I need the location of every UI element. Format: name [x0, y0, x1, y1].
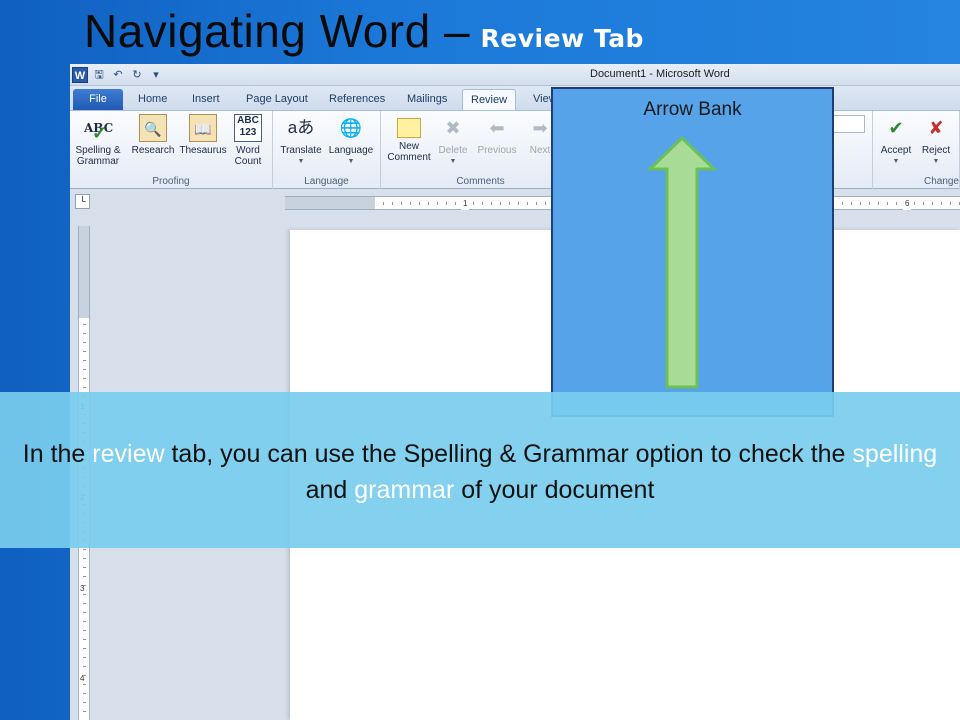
- thesaurus-label: Thesaurus: [179, 145, 227, 156]
- chevron-down-icon: ▼: [297, 158, 305, 165]
- caption-part: of your document: [454, 476, 655, 504]
- undo-icon[interactable]: ↶: [110, 67, 126, 83]
- thesaurus-button[interactable]: 📖 Thesaurus: [178, 114, 228, 156]
- caption-text: In the review tab, you can use the Spell…: [20, 436, 940, 508]
- tab-selector-icon[interactable]: └: [75, 194, 90, 209]
- new-comment-label-2: Comment: [387, 152, 431, 163]
- translate-icon: aあ: [287, 118, 315, 137]
- tab-file[interactable]: File: [73, 89, 123, 110]
- translate-label: Translate: [280, 145, 322, 156]
- ruler-margin: [285, 197, 375, 209]
- tab-home[interactable]: Home: [130, 89, 175, 110]
- word-count-label-2: Count: [234, 156, 262, 167]
- slide-title: Navigating Word – Review Tab: [84, 4, 644, 66]
- language-button[interactable]: 🌐 Language ▼: [326, 114, 376, 167]
- new-comment-icon: [397, 118, 421, 138]
- accept-icon: ✔: [888, 118, 904, 138]
- tab-insert[interactable]: Insert: [184, 89, 228, 110]
- caption-highlight-grammar: grammar: [354, 476, 455, 504]
- word-logo-icon[interactable]: W: [72, 67, 88, 83]
- accept-label: Accept: [880, 145, 912, 156]
- previous-comment-icon: ⬅: [489, 118, 505, 138]
- spelling-label-2: Grammar: [76, 156, 120, 167]
- tab-page-layout[interactable]: Page Layout: [238, 89, 316, 110]
- chevron-down-icon: ▼: [892, 158, 900, 165]
- research-label: Research: [131, 145, 175, 156]
- delete-comment-button[interactable]: ✖ Delete ▼: [432, 114, 474, 167]
- translate-button[interactable]: aあ Translate ▼: [276, 114, 326, 167]
- spelling-icon: ABC ✓: [84, 121, 114, 144]
- chevron-down-icon: ▼: [449, 158, 457, 165]
- word-count-label-1: Word: [236, 145, 260, 156]
- customize-icon[interactable]: ▾: [148, 67, 164, 83]
- accept-button[interactable]: ✔ Accept ▼: [875, 114, 917, 167]
- research-button[interactable]: 🔍 Research: [128, 114, 178, 156]
- reject-icon: ✘: [928, 118, 944, 138]
- ruler-number: 1: [461, 197, 470, 210]
- previous-label: Previous: [477, 145, 517, 156]
- window-title: Document1 - Microsoft Word: [590, 68, 730, 80]
- caption-band: In the review tab, you can use the Spell…: [0, 392, 960, 548]
- reject-label: Reject: [921, 145, 951, 156]
- research-icon: 🔍: [139, 114, 167, 142]
- group-label-proofing: Proofing: [152, 176, 190, 187]
- up-arrow-icon[interactable]: [647, 135, 717, 391]
- redo-icon[interactable]: ↻: [129, 67, 145, 83]
- tab-review[interactable]: Review: [462, 89, 517, 110]
- delete-comment-icon: ✖: [445, 118, 461, 138]
- slide-title-subtitle: Review Tab: [480, 24, 644, 53]
- group-proofing: ABC ✓ Spelling & Grammar 🔍 Research 📖 The…: [70, 111, 273, 189]
- slide-title-main: Navigating Word –: [84, 5, 471, 57]
- ruler-margin: [79, 226, 89, 318]
- quick-access-toolbar: W 🖫 ↶ ↻ ▾: [72, 66, 164, 84]
- caption-highlight-spelling: spelling: [852, 440, 938, 468]
- previous-comment-button[interactable]: ⬅ Previous: [472, 114, 522, 156]
- language-label: Language: [328, 145, 374, 156]
- group-language: aあ Translate ▼ 🌐 Language ▼ Language: [273, 111, 381, 189]
- word-count-button[interactable]: ABC 123 Word Count: [224, 114, 272, 167]
- next-label: Next: [529, 145, 551, 156]
- new-comment-button[interactable]: New Comment: [384, 114, 434, 163]
- language-icon: 🌐: [339, 118, 363, 138]
- word-titlebar: W 🖫 ↶ ↻ ▾ Document1 - Microsoft Word: [70, 64, 960, 86]
- save-icon[interactable]: 🖫: [91, 67, 107, 83]
- arrow-bank-label: Arrow Bank: [643, 99, 742, 120]
- tab-references[interactable]: References: [321, 89, 393, 110]
- arrow-bank: Arrow Bank: [551, 87, 834, 417]
- ruler-number: 4: [80, 674, 85, 683]
- next-comment-icon: ➡: [532, 118, 548, 138]
- group-label-language: Language: [304, 176, 349, 187]
- thesaurus-icon: 📖: [189, 114, 217, 142]
- caption-part: and: [305, 476, 355, 504]
- reject-button[interactable]: ✘ Reject ▼: [915, 114, 957, 167]
- caption-part: In the: [22, 440, 93, 468]
- chevron-down-icon: ▼: [347, 158, 355, 165]
- group-label-changes: Change: [923, 176, 959, 187]
- delete-label: Delete: [438, 145, 468, 156]
- chevron-down-icon: ▼: [932, 158, 940, 165]
- caption-part: tab, you can use the Spelling & Grammar …: [164, 440, 853, 468]
- group-changes: ✔ Accept ▼ ✘ Reject ▼ Change: [872, 111, 960, 189]
- caption-highlight-review: review: [92, 440, 165, 468]
- word-count-icon: ABC 123: [234, 114, 262, 142]
- display-for-review-combo[interactable]: [830, 115, 865, 133]
- ruler-number: 6: [903, 197, 912, 210]
- spelling-grammar-button[interactable]: ABC ✓ Spelling & Grammar: [73, 114, 123, 167]
- new-comment-label-1: New: [398, 141, 419, 152]
- ruler-number: 3: [80, 584, 85, 593]
- tab-mailings[interactable]: Mailings: [399, 89, 455, 110]
